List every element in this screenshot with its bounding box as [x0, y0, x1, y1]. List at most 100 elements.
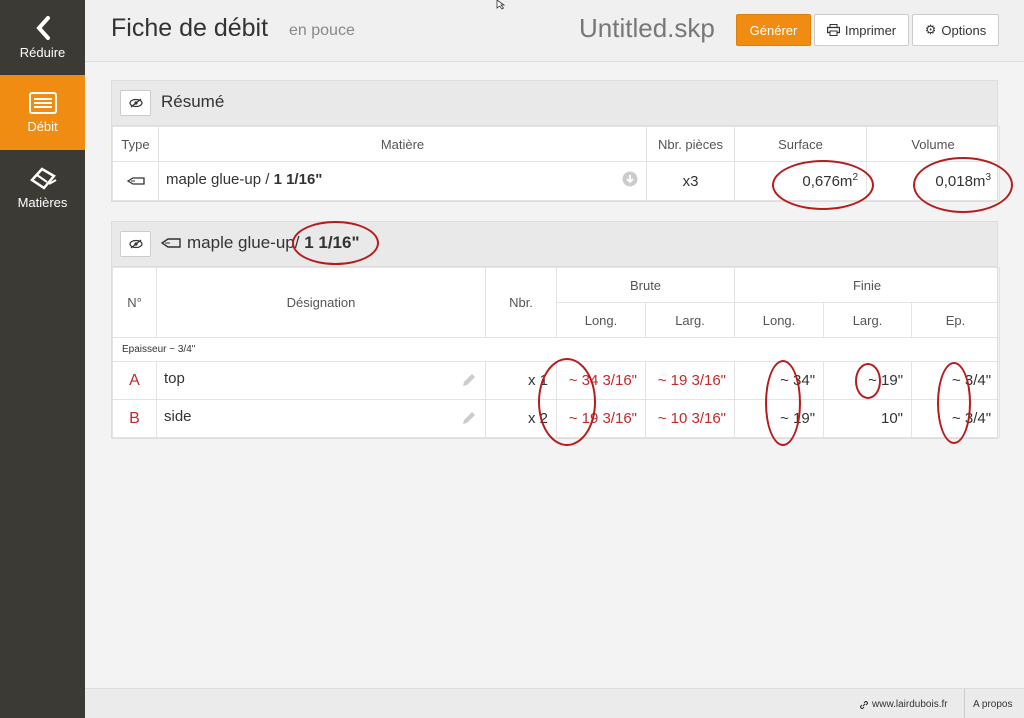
volume-cell: 0,018m3: [866, 161, 1000, 201]
material-separator: /: [294, 233, 305, 252]
pencil-icon[interactable]: [461, 372, 477, 392]
group-label: Epaisseur ~ 3/4": [111, 337, 1001, 362]
col-material: Matière: [158, 126, 647, 162]
page-subtitle: en pouce: [289, 22, 355, 39]
col-count: Nbr.: [485, 267, 557, 338]
col-number: N°: [112, 267, 157, 338]
eye-slash-icon: [128, 239, 143, 249]
material-name: maple glue-up: [166, 171, 262, 188]
summary-title: Résumé: [161, 92, 225, 111]
surface-cell: 0,676m2: [734, 161, 867, 201]
material-name: maple glue-up: [187, 233, 295, 252]
finie-larg: ~ 19": [823, 361, 913, 400]
wood-board-icon: [161, 238, 181, 248]
summary-row: maple glue-up / 1 1/16" x3 0,676m2 0,018…: [112, 161, 1000, 201]
part-count: x 2: [485, 399, 557, 438]
about-link[interactable]: A propos: [973, 699, 1012, 710]
brute-long: ~ 34 3/16": [556, 361, 646, 400]
print-label: Imprimer: [844, 22, 897, 38]
finie-ep: ~ 3/4": [911, 399, 1001, 438]
file-name: Untitled.skp: [579, 13, 715, 43]
brute-larg: ~ 19 3/16": [644, 361, 736, 400]
sidebar-item-label: Matières: [17, 194, 68, 210]
col-brute: Brute: [555, 267, 736, 303]
col-designation: Désignation: [156, 267, 486, 338]
footer-link[interactable]: www.lairdubois.fr: [859, 699, 948, 710]
finie-long: ~ 19": [734, 399, 825, 438]
volume-value: 0,018m: [935, 173, 986, 190]
sidebar-item-materials[interactable]: Matières: [0, 150, 85, 225]
generate-button[interactable]: Générer: [736, 14, 811, 46]
brute-long: ~ 19 3/16": [556, 399, 646, 438]
finie-larg: 10": [823, 399, 913, 438]
table-row[interactable]: B side x 2 ~ 19 3/16" ~ 10 3/16" ~ 19" 1…: [112, 399, 1001, 438]
eye-slash-icon: [128, 98, 143, 108]
summary-panel: Résumé Type Matière Nbr. pièces Surface …: [111, 80, 1000, 202]
options-label: Options: [941, 22, 987, 38]
link-icon: [859, 700, 869, 709]
part-id: B: [112, 399, 157, 438]
chevron-left-icon: [35, 15, 50, 40]
toggle-visibility-button[interactable]: [120, 90, 151, 116]
footer-divider: [964, 689, 965, 718]
col-finie-ep: Ep.: [911, 302, 1001, 338]
material-icon: [29, 166, 56, 190]
gear-icon: ⚙: [924, 22, 937, 37]
toggle-visibility-button[interactable]: [120, 231, 151, 257]
summary-table: Type Matière Nbr. pièces Surface Volume …: [112, 126, 1000, 201]
col-pieces: Nbr. pièces: [646, 126, 735, 162]
sidebar-item-label: Débit: [27, 118, 58, 134]
finie-ep: ~ 3/4": [911, 361, 1001, 400]
surface-exponent: 2: [852, 172, 858, 183]
footer-link-label: www.lairdubois.fr: [872, 699, 948, 710]
summary-header: Résumé: [112, 81, 997, 126]
pencil-icon[interactable]: [461, 410, 477, 430]
printer-icon: [826, 24, 840, 36]
detail-material-name: maple glue-up/ 1 1/16": [187, 233, 360, 253]
col-finie: Finie: [734, 267, 1001, 303]
sidebar-item-label: Réduire: [19, 44, 66, 60]
detail-panel: maple glue-up/ 1 1/16" N° Désignation Nb…: [111, 221, 1001, 439]
finie-long: ~ 34": [734, 361, 825, 400]
summary-header-row: Type Matière Nbr. pièces Surface Volume: [112, 126, 1000, 162]
sidebar: Réduire Débit Matières: [0, 0, 85, 718]
part-name-cell: side: [156, 399, 486, 438]
col-type: Type: [112, 126, 159, 162]
detail-table: N° Désignation Nbr. Brute Finie Long. La…: [111, 267, 1001, 438]
col-finie-larg: Larg.: [823, 302, 913, 338]
brute-larg: ~ 10 3/16": [644, 399, 736, 438]
detail-header: maple glue-up/ 1 1/16": [112, 222, 997, 267]
part-count: x 1: [485, 361, 557, 400]
part-name: side: [164, 407, 192, 425]
material-thickness: 1 1/16": [273, 171, 323, 188]
col-volume: Volume: [866, 126, 1000, 162]
options-button[interactable]: ⚙ Options: [912, 14, 999, 46]
download-icon[interactable]: [622, 171, 638, 191]
material-thickness: 1 1/16": [304, 233, 360, 252]
detail-header-row-1: N° Désignation Nbr. Brute Finie: [112, 267, 1001, 338]
cursor-icon: [496, 0, 506, 10]
volume-exponent: 3: [985, 172, 991, 183]
sidebar-item-collapse[interactable]: Réduire: [0, 0, 85, 75]
table-row[interactable]: A top x 1 ~ 34 3/16" ~ 19 3/16" ~ 34" ~ …: [112, 361, 1001, 400]
part-id: A: [112, 361, 157, 400]
col-surface: Surface: [734, 126, 867, 162]
sidebar-item-debit[interactable]: Débit: [0, 75, 85, 150]
type-cell: [112, 161, 159, 201]
part-name: top: [164, 369, 185, 387]
detail-title: maple glue-up/ 1 1/16": [161, 233, 360, 253]
col-brute-larg: Larg.: [644, 302, 736, 338]
list-icon: [28, 91, 57, 114]
col-finie-long: Long.: [734, 302, 825, 338]
part-name-cell: top: [156, 361, 486, 400]
pieces-cell: x3: [646, 161, 735, 201]
surface-value: 0,676m: [802, 173, 853, 190]
wood-board-icon: [126, 176, 145, 185]
group-row: Epaisseur ~ 3/4": [111, 337, 1001, 362]
col-brute-long: Long.: [556, 302, 646, 338]
footer: www.lairdubois.fr A propos: [85, 688, 1024, 718]
print-button[interactable]: Imprimer: [814, 14, 909, 46]
material-separator: /: [261, 171, 274, 188]
header: Fiche de débit en pouce Untitled.skp Gén…: [85, 0, 1024, 62]
material-cell: maple glue-up / 1 1/16": [158, 161, 647, 201]
